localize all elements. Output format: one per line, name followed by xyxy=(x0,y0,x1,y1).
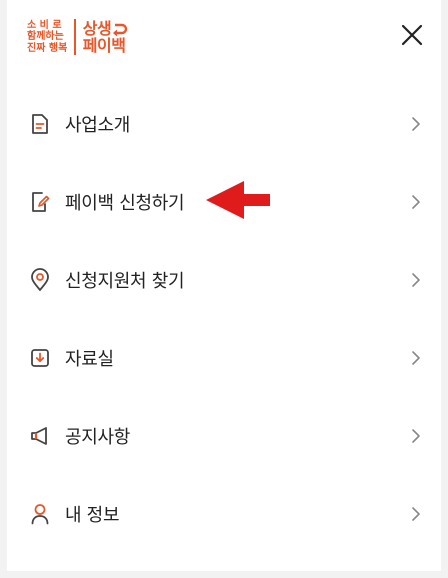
menu-item-label: 신청지원처 찾기 xyxy=(65,271,185,292)
edit-document-icon xyxy=(29,191,51,213)
menu-list: 사업소개 페이백 신청하기 신청지원처 찾기 자료실 공지사항 내 정보 xyxy=(7,85,441,553)
menu-item-business-intro[interactable]: 사업소개 xyxy=(7,85,441,163)
chevron-right-icon xyxy=(412,507,420,521)
chevron-right-icon xyxy=(412,117,420,131)
menu-item-find-location[interactable]: 신청지원처 찾기 xyxy=(7,241,441,319)
logo-wordmark-top: 상생 xyxy=(82,19,112,38)
menu-header: 소 비 로 함께하는 진짜 행복 상생 페이백 xyxy=(7,0,441,72)
menu-item-my-info[interactable]: 내 정보 xyxy=(7,475,441,553)
annotation-arrow-icon xyxy=(206,181,270,219)
side-menu-panel: 소 비 로 함께하는 진짜 행복 상생 페이백 사업소개 페이백 신청하기 신청… xyxy=(7,0,441,571)
chevron-right-icon xyxy=(412,351,420,365)
megaphone-icon xyxy=(29,425,51,447)
logo-arrow-icon xyxy=(113,23,128,36)
chevron-right-icon xyxy=(412,195,420,209)
download-box-icon xyxy=(29,347,51,369)
logo-wordmark: 상생 페이백 xyxy=(83,20,128,54)
chevron-right-icon xyxy=(412,273,420,287)
logo-divider xyxy=(74,19,76,55)
menu-item-label: 공지사항 xyxy=(65,427,131,448)
menu-item-notices[interactable]: 공지사항 xyxy=(7,397,441,475)
menu-item-resources[interactable]: 자료실 xyxy=(7,319,441,397)
user-icon xyxy=(29,503,51,525)
logo-tagline: 소 비 로 함께하는 진짜 행복 xyxy=(27,20,67,55)
menu-item-label: 내 정보 xyxy=(65,505,120,526)
logo-tagline-line-1: 소 비 로 xyxy=(27,19,62,31)
brand-logo[interactable]: 소 비 로 함께하는 진짜 행복 상생 페이백 xyxy=(27,17,128,57)
logo-tagline-line-3: 진짜 행복 xyxy=(27,42,68,54)
menu-item-label: 페이백 신청하기 xyxy=(65,193,185,214)
logo-tagline-line-2: 함께하는 xyxy=(27,31,64,43)
close-icon[interactable] xyxy=(399,22,425,48)
document-icon xyxy=(29,113,51,135)
menu-item-label: 사업소개 xyxy=(65,115,131,136)
location-pin-icon xyxy=(29,268,51,291)
chevron-right-icon xyxy=(412,429,420,443)
menu-item-label: 자료실 xyxy=(65,349,114,370)
logo-wordmark-bottom: 페이백 xyxy=(82,36,126,55)
